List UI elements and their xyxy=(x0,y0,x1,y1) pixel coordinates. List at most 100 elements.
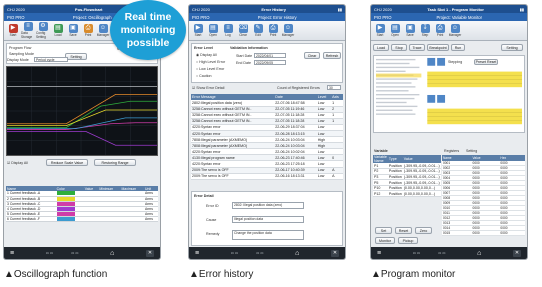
monitor-button[interactable]: Monitor xyxy=(375,237,395,244)
play-icon: ▶ xyxy=(8,24,18,33)
menu-icon[interactable]: ≡ xyxy=(10,250,14,257)
clear-button[interactable]: ⌫ Clear xyxy=(236,22,250,39)
tab-trace[interactable]: Trace xyxy=(409,44,425,51)
set-button[interactable]: Set xyxy=(375,227,392,234)
reset-button[interactable]: Reset xyxy=(395,227,412,234)
display-mode-select[interactable]: Period cycle xyxy=(34,57,68,62)
dock-item[interactable]: ▭ ▭ xyxy=(231,251,238,255)
print-button[interactable]: ⎙ Print xyxy=(81,22,95,39)
tab-reg-setting[interactable]: Setting xyxy=(466,149,477,153)
start-button[interactable]: ▶ Start xyxy=(373,22,387,39)
app-name: PIO PRO xyxy=(192,14,210,20)
start-date-field[interactable]: 2022/04/01 xyxy=(254,53,286,58)
manager-button[interactable]: ☺ Manager xyxy=(96,22,110,39)
project-title: Project: Variable Monitor xyxy=(436,14,482,20)
pickup-button[interactable]: Pickup xyxy=(398,237,418,244)
signal-minimum xyxy=(98,216,121,223)
status-bar: CHJ 2020 Task Slot 1 - Program Monitor ▮… xyxy=(371,5,527,13)
tab-run[interactable]: Run xyxy=(451,44,465,51)
display-all-checkbox[interactable]: ☑ Display All xyxy=(7,161,28,165)
end-date-field[interactable]: 2022/09/05 xyxy=(254,60,286,65)
detail-label: Cause xyxy=(206,218,217,222)
settings-button[interactable]: Setting xyxy=(65,53,87,60)
home-icon[interactable]: ⌂ xyxy=(110,250,114,257)
error-count-label: Count of Registered Errors xyxy=(277,86,320,90)
radio-caution[interactable]: ○ Caution xyxy=(196,74,212,78)
open-button[interactable]: ▤ Open xyxy=(206,22,220,39)
signal-table: Name Color Value Minimum Maximum Unit 1 … xyxy=(6,186,158,223)
register-cell: 0000 xyxy=(471,230,500,236)
menu-icon[interactable]: ≡ xyxy=(377,250,381,257)
save-button[interactable]: ▣ Save xyxy=(403,22,417,39)
start-button[interactable]: ▶ Start xyxy=(6,22,20,39)
signal-maximum xyxy=(120,216,145,223)
refresh-button[interactable]: Refresh xyxy=(323,52,341,59)
table-row[interactable]: 0015 0000 0000 xyxy=(442,230,525,236)
load-button[interactable]: ▤ Load xyxy=(51,22,65,39)
folder-icon: ▤ xyxy=(208,24,218,33)
manager-button[interactable]: ☺ Manager xyxy=(448,22,462,39)
print-button[interactable]: ⎙ Print xyxy=(433,22,447,39)
caption-program-monitor: ▲Program monitor xyxy=(371,269,456,280)
step-button[interactable]: ↧ Step xyxy=(418,22,432,39)
data-storage-button[interactable]: ≡ Data Storage xyxy=(21,22,35,39)
restore-range-button[interactable]: Restoring Range xyxy=(94,159,136,166)
dock-item[interactable]: ▭ ▭ xyxy=(71,251,78,255)
settings-button[interactable]: Setting xyxy=(501,44,523,51)
detail-row: Cause Illegal position data xyxy=(192,216,342,230)
table-row[interactable]: 2009:The servo is OFF 22-06-16 18:13:31 Lo… xyxy=(191,173,343,180)
tab-load[interactable]: Load xyxy=(373,44,389,51)
battery-icon: ▮▮ xyxy=(519,6,524,12)
detail-value: Change the position data xyxy=(232,230,304,240)
radio-display-all[interactable]: ◉ Display All xyxy=(196,53,217,57)
print-button[interactable]: ⎙ Print xyxy=(266,22,280,39)
detail-value: Illegal position data xyxy=(232,216,304,223)
tab-stop[interactable]: Stop xyxy=(391,44,407,51)
printer-icon: ⎙ xyxy=(435,24,445,33)
close-icon[interactable]: ✕ xyxy=(145,249,154,257)
open-button[interactable]: ▤ Open xyxy=(388,22,402,39)
home-icon[interactable]: ⌂ xyxy=(477,250,481,257)
log-button[interactable]: ≡ Log xyxy=(221,22,235,39)
detail-row: Remedy Change the position data xyxy=(192,230,342,244)
table-row[interactable]: P12 Position (0.00,0.00,0.00,0...) xyxy=(373,190,441,198)
start-button[interactable]: ▶ Start xyxy=(191,22,205,39)
edit-button[interactable]: ✎ Edit xyxy=(251,22,265,39)
radio-low-level[interactable]: ○ Low Level Error xyxy=(196,67,224,71)
stepping-label: Stepping xyxy=(448,60,463,64)
detail-row: Error ID 2802: Illegal position data (zer… xyxy=(192,202,342,216)
preset-reset-button[interactable]: Preset Reset xyxy=(474,59,498,65)
config-button[interactable]: ⚙ Config Setting xyxy=(36,22,50,39)
app-title-bar: PIO PRO Project: Variable Monitor xyxy=(371,13,527,21)
bottom-nav: ≡ ▭ ▭ ▭ ▭ ⌂ ✕ xyxy=(189,247,345,259)
project-title: Project: Error History xyxy=(257,14,297,20)
reduce-scale-button[interactable]: Reduce Scale Value xyxy=(46,159,88,166)
show-detail-checkbox[interactable]: ☑ Show Error Detail xyxy=(192,86,224,90)
color-swatch xyxy=(56,201,75,206)
validation-tab[interactable]: Validation Information xyxy=(230,46,268,50)
close-icon[interactable]: ✕ xyxy=(512,249,521,257)
save-button[interactable]: ▣ Save xyxy=(66,22,80,39)
app-title-bar: PIO PRO Project: Error History xyxy=(189,13,345,21)
register-cell: 0015 xyxy=(442,230,472,236)
close-icon[interactable]: ✕ xyxy=(330,249,339,257)
save-icon: ▣ xyxy=(405,24,415,33)
person-icon: ☺ xyxy=(450,24,460,33)
clear-filter-button[interactable]: Clear xyxy=(304,52,320,59)
dock-item[interactable]: ▭ ▭ xyxy=(438,251,445,255)
color-swatch xyxy=(56,217,75,222)
tab-registers[interactable]: Registers xyxy=(444,149,459,153)
pencil-icon: ✎ xyxy=(253,24,263,33)
dock-item[interactable]: ▭ ▭ xyxy=(46,251,53,255)
table-row[interactable]: 6 Current feedback -F Arms xyxy=(6,216,158,223)
status-title: Error History xyxy=(261,6,287,12)
radio-high-level[interactable]: ○ High Level Error xyxy=(196,60,225,64)
dock-item[interactable]: ▭ ▭ xyxy=(256,251,263,255)
tab-breakpoint[interactable]: Breakpoint xyxy=(427,44,449,51)
menu-icon[interactable]: ≡ xyxy=(195,250,199,257)
zero-button[interactable]: Zero xyxy=(415,227,432,234)
home-icon[interactable]: ⌂ xyxy=(295,250,299,257)
manager-button[interactable]: ☺ Manager xyxy=(281,22,295,39)
variable-value: (-309.95,-0.09,-0.01...) xyxy=(402,168,441,175)
dock-item[interactable]: ▭ ▭ xyxy=(413,251,420,255)
